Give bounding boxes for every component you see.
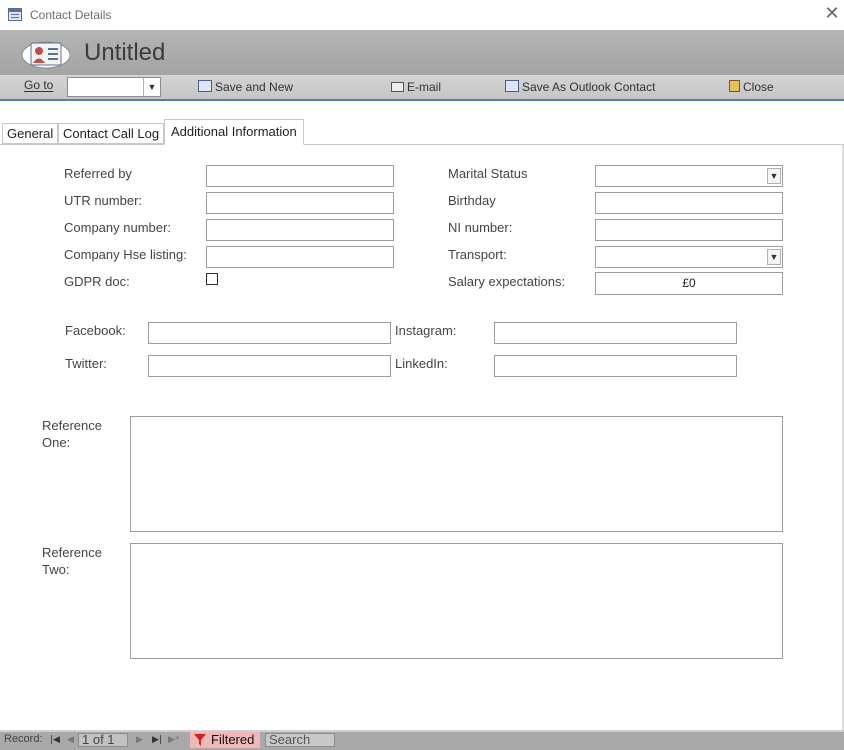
email-label: E-mail (407, 80, 442, 94)
filter-toggle-button[interactable]: Filtered (190, 732, 260, 748)
gdpr-doc-checkbox[interactable] (206, 273, 218, 285)
first-record-icon[interactable]: |◀ (50, 735, 60, 745)
facebook-field[interactable] (148, 322, 391, 344)
reference-two-label: Reference Two: (42, 544, 102, 578)
save-as-outlook-label: Save As Outlook Contact (522, 80, 656, 94)
window-title: Contact Details (30, 8, 112, 22)
window-title-bar (0, 0, 844, 30)
close-label: Close (743, 80, 774, 94)
utr-number-label: UTR number: (64, 193, 143, 208)
company-number-field[interactable] (206, 219, 394, 241)
ni-number-label: NI number: (448, 220, 513, 235)
tab-additional-information[interactable]: Additional Information (164, 119, 304, 145)
referred-by-label: Referred by (64, 166, 132, 181)
birthday-label: Birthday (448, 193, 496, 208)
birthday-field[interactable] (595, 192, 783, 214)
reference-one-label-line1: Reference (42, 418, 102, 433)
instagram-label: Instagram: (395, 323, 457, 338)
close-form-button[interactable]: Close (729, 80, 774, 94)
email-icon (391, 82, 404, 92)
goto-combobox[interactable]: ▼ (67, 77, 161, 97)
save-as-outlook-contact-button[interactable]: Save As Outlook Contact (505, 80, 655, 94)
record-title: Untitled (84, 39, 166, 66)
reference-one-textarea[interactable] (130, 416, 783, 532)
outlook-contact-icon (505, 80, 519, 92)
instagram-field[interactable] (494, 322, 737, 344)
tab-general[interactable]: General (2, 123, 59, 144)
close-door-icon (729, 80, 740, 92)
reference-one-label: Reference One: (42, 417, 102, 451)
close-window-icon[interactable]: ✕ (822, 4, 842, 24)
company-number-label: Company number: (64, 220, 171, 235)
search-box[interactable]: Search (265, 733, 335, 747)
transport-label: Transport: (448, 247, 507, 262)
transport-combobox[interactable]: ▼ (595, 246, 783, 268)
utr-number-field[interactable] (206, 192, 394, 214)
salary-expectations-label: Salary expectations: (448, 274, 566, 289)
save-and-new-button[interactable]: Save and New (198, 80, 293, 94)
linkedin-label: LinkedIn: (395, 356, 448, 371)
save-and-new-label: Save and New (215, 80, 294, 94)
current-record-box[interactable]: 1 of 1 (78, 733, 128, 747)
goto-label: Go to (24, 78, 54, 92)
contact-card-icon (21, 41, 70, 69)
company-hse-listing-field[interactable] (206, 246, 394, 268)
marital-status-combobox[interactable]: ▼ (595, 165, 783, 187)
reference-two-label-line1: Reference (42, 545, 102, 560)
last-record-icon[interactable]: ▶| (152, 735, 162, 745)
form-window-icon (8, 8, 22, 21)
marital-status-label: Marital Status (448, 166, 528, 181)
linkedin-field[interactable] (494, 355, 737, 377)
next-record-icon[interactable]: ▶ (136, 735, 143, 745)
tab-contact-call-log[interactable]: Contact Call Log (58, 123, 165, 144)
company-hse-listing-label: Company Hse listing: (64, 247, 187, 262)
reference-two-label-line2: Two: (42, 562, 70, 577)
new-record-icon[interactable]: ▶* (168, 735, 179, 745)
twitter-field[interactable] (148, 355, 391, 377)
filtered-label: Filtered (211, 732, 255, 747)
salary-expectations-field[interactable]: £0 (595, 272, 783, 295)
reference-two-textarea[interactable] (130, 543, 783, 659)
reference-one-label-line2: One: (42, 435, 71, 450)
previous-record-icon[interactable]: ◀ (67, 735, 74, 745)
gdpr-doc-label: GDPR doc: (64, 274, 130, 289)
chevron-down-icon[interactable]: ▼ (143, 78, 160, 96)
email-button[interactable]: E-mail (391, 80, 441, 94)
ni-number-field[interactable] (595, 219, 783, 241)
chevron-down-icon[interactable]: ▼ (767, 249, 781, 265)
twitter-label: Twitter: (65, 356, 107, 371)
save-new-icon (198, 80, 212, 92)
facebook-label: Facebook: (65, 323, 126, 338)
chevron-down-icon[interactable]: ▼ (767, 168, 781, 184)
record-label: Record: (4, 733, 43, 745)
filter-funnel-icon (194, 734, 206, 746)
referred-by-field[interactable] (206, 165, 394, 187)
